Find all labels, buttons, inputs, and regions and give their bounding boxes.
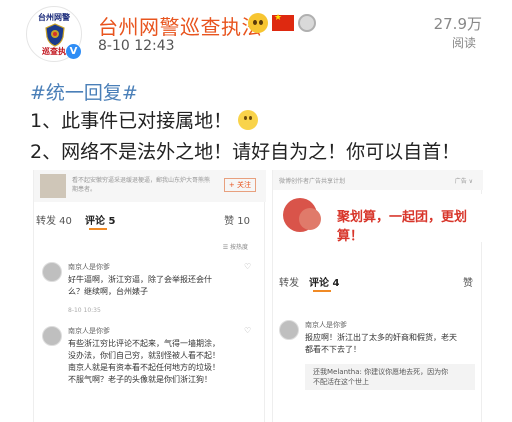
tab-repost[interactable]: 转发 40: [36, 212, 72, 227]
reply-text-line: 不配活在这个世上: [313, 378, 369, 386]
medal-icon: [298, 14, 316, 32]
comment-date: 8-10 10:35: [68, 307, 101, 314]
ad-thumbnail: [40, 174, 66, 198]
comment-text-line: 都看不下去了！: [305, 345, 361, 354]
post-line-1-text: 1、此事件已对接属地！: [30, 110, 233, 132]
reply-text-line: 还我Melantha: 你建议你愿地去死，因为你: [313, 368, 449, 376]
tab-comments[interactable]: 评论 5: [85, 212, 115, 227]
follow-button[interactable]: + 关注: [223, 178, 256, 192]
post-line-1: 1、此事件已对接属地！: [30, 106, 259, 133]
comment-user[interactable]: 南京人是你爹: [68, 262, 110, 272]
china-flag-icon: [272, 13, 294, 31]
post-time: 8-10 12:43: [98, 38, 175, 54]
promo-text: 聚划算，一起团，更划算！: [337, 210, 468, 244]
promo-banner[interactable]: 聚划算，一起团，更划算！: [273, 194, 483, 244]
comment-text-line: 好牛逼啊，浙江穷逼，除了会举报还会什: [68, 275, 212, 284]
ad-source-label: 微博创作者广告共享计划: [279, 178, 346, 185]
account-badges: [248, 12, 316, 34]
comment-user[interactable]: 南京人是你爹: [305, 320, 347, 330]
post-header: 台州网警 巡查执 V 台州网警巡查执法 8-10 12:43 27.9万 阅读: [0, 0, 512, 68]
ad-strip: 看不起安徽穷逼采退缓退梗逼，郵我山东炉大哥熊熊期患者。 + 关注: [34, 170, 266, 202]
comment-user[interactable]: 南京人是你爹: [68, 326, 110, 336]
comment-tabs: 转发 评论 4 赞: [273, 270, 483, 292]
smiley-icon: [238, 110, 259, 130]
sort-toggle[interactable]: ☰ 按热度: [223, 242, 248, 251]
avatar[interactable]: [42, 262, 62, 282]
like-icon[interactable]: ♡: [244, 262, 251, 271]
comment-text-line: 没办法，你们自己穷，就别怪被人看不起！: [68, 351, 220, 360]
hashtag-link[interactable]: #统一回复#: [30, 78, 138, 105]
avatar-top-text: 台州网警: [38, 13, 70, 22]
screenshot-card-left: 看不起安徽穷逼采退缓退梗逼，郵我山东炉大哥熊熊期患者。 + 关注 转发 40 评…: [33, 170, 266, 422]
police-badge-icon: [45, 23, 65, 47]
comment-text-line: 不服气啊？老子的头像就是你们浙江狗！: [68, 375, 212, 384]
active-tab-indicator: [89, 228, 107, 230]
tab-likes[interactable]: 赞: [463, 274, 473, 289]
read-label: 阅读: [451, 36, 476, 50]
tab-comments[interactable]: 评论 4: [309, 274, 339, 289]
comment-text-line: 么？继续啊，台州婊子: [68, 287, 148, 296]
read-count: 27.9万: [433, 15, 482, 33]
emoji-face-icon: [248, 13, 268, 33]
screenshot-card-right: 微博创作者广告共享计划 广告 ∨ 聚划算，一起团，更划算！ 转发 评论 4 赞 …: [272, 170, 483, 422]
comment-text-line: 有些浙江穷比评论不起来，气得一墙期涂，: [68, 339, 220, 348]
comment-tabs: 转发 40 评论 5 赞 10: [34, 208, 266, 230]
avatar[interactable]: [42, 326, 62, 346]
account-name[interactable]: 台州网警巡查执法: [98, 11, 262, 40]
verified-badge-icon: V: [66, 44, 81, 59]
comment-text-line: 南京人就是有资本看不起任何地方的垃圾！: [68, 363, 220, 372]
tab-repost[interactable]: 转发: [279, 274, 299, 289]
ad-header: 微博创作者广告共享计划 广告 ∨: [273, 170, 483, 190]
ad-menu-button[interactable]: 广告 ∨: [455, 176, 473, 185]
active-tab-indicator: [313, 290, 331, 292]
ad-text: 看不起安徽穷逼采退缓退梗逼，郵我山东炉大哥熊熊期患者。: [72, 177, 211, 193]
avatar[interactable]: [279, 320, 299, 340]
post-line-2: 2、网络不是法外之地！请好自为之！你可以自首！: [30, 141, 461, 163]
fruit-image: [299, 208, 321, 230]
reply-preview[interactable]: 还我Melantha: 你建议你愿地去死，因为你 不配活在这个世上: [305, 364, 475, 390]
comment-text-line: 报应啊！浙江出了太多的奸商和假货，老天: [305, 333, 457, 342]
like-icon[interactable]: ♡: [244, 326, 251, 335]
tab-likes[interactable]: 赞 10: [224, 212, 250, 227]
